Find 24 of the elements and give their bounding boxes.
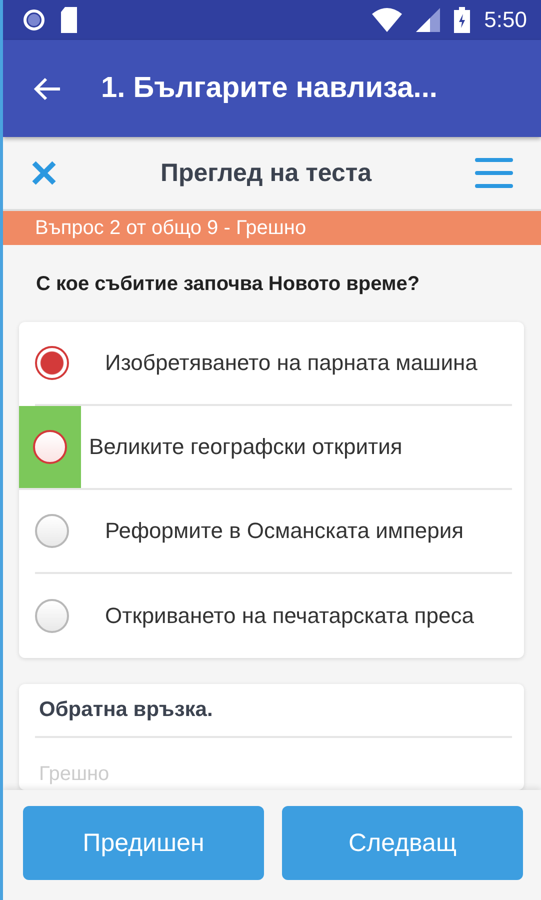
answer-label: Великите географски открития — [88, 433, 402, 461]
answer-label: Реформите в Османската империя — [104, 517, 464, 545]
radio-button[interactable] — [35, 514, 69, 548]
back-arrow-icon[interactable] — [33, 76, 61, 100]
radio-button[interactable] — [35, 599, 69, 633]
radio-button[interactable] — [33, 430, 67, 464]
answer-label: Изобретяването на парната машина — [104, 349, 478, 377]
nav-button[interactable]: Следващ — [282, 806, 523, 880]
app-bar-title: 1. Българите навлиза... — [101, 72, 438, 105]
signal-icon — [416, 8, 440, 32]
status-indicator-icon — [23, 9, 45, 31]
review-title: Преглед на теста — [160, 158, 372, 188]
nav-button[interactable]: Предишен — [23, 806, 264, 880]
answer-label: Откриването на печатарската преса — [104, 602, 474, 630]
wifi-icon — [372, 8, 402, 32]
result-text: Въпрос 2 от общо 9 - Грешно — [35, 216, 306, 240]
sd-card-icon — [59, 7, 79, 33]
feedback-title: Обратна връзка. — [35, 684, 512, 738]
question-text: С кое събитие започва Новото време? — [36, 273, 421, 296]
radio-button[interactable] — [35, 346, 69, 380]
clock-time: 5:50 — [484, 7, 527, 33]
menu-icon[interactable] — [475, 157, 513, 189]
battery-icon — [454, 7, 470, 33]
close-icon[interactable] — [31, 160, 57, 186]
